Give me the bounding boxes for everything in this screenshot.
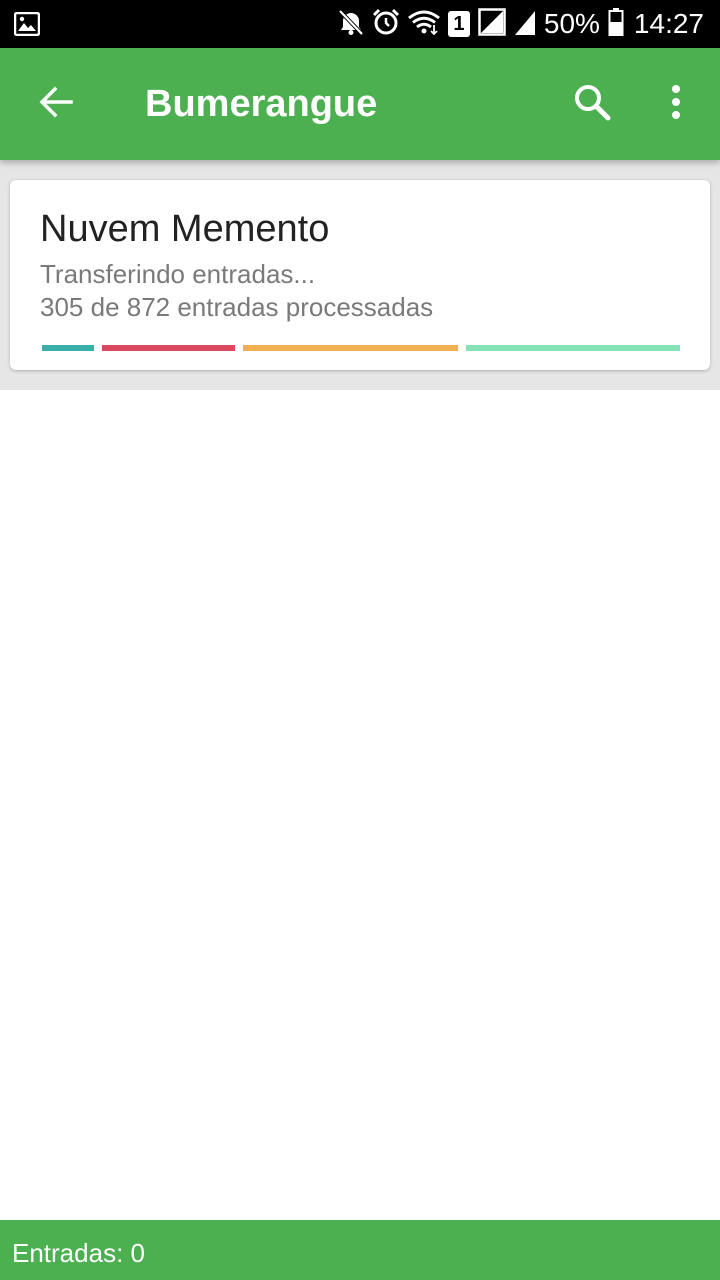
- mute-icon: [338, 8, 364, 41]
- progress-segment-4: [466, 345, 680, 351]
- back-arrow-icon: [38, 84, 74, 125]
- progress-text: 305 de 872 entradas processadas: [40, 292, 434, 322]
- clock: 14:27: [633, 8, 704, 39]
- progress-segment-3: [243, 345, 458, 351]
- more-vert-icon: [671, 84, 681, 125]
- battery-icon: [608, 7, 624, 41]
- progress-segment-2: [102, 345, 235, 351]
- sim-icon: 1: [447, 11, 470, 37]
- overflow-menu-button[interactable]: [644, 72, 708, 136]
- screen: 1 50% 14:27 Bumerangue Nuvem Memento Tra…: [0, 0, 720, 1280]
- status-bar: 1 50% 14:27: [0, 0, 720, 48]
- battery-percent: 50%: [543, 8, 600, 39]
- progress-segment-1: [42, 345, 94, 351]
- signal-icon: [478, 7, 506, 41]
- search-button[interactable]: [560, 72, 624, 136]
- app-bar: Bumerangue: [0, 48, 720, 160]
- content-area: Nuvem Memento Transferindo entradas... 3…: [0, 160, 720, 390]
- entries-count: Entradas: 0: [12, 1238, 145, 1268]
- progress-segments: [42, 345, 680, 351]
- card-title: Nuvem Memento: [40, 208, 330, 250]
- signal-icon-2: [514, 8, 536, 41]
- entries-list-empty: [0, 390, 720, 1220]
- back-button[interactable]: [24, 72, 88, 136]
- gallery-icon: [13, 11, 41, 41]
- footer-bar: Entradas: 0: [0, 1220, 720, 1280]
- transfer-status: Transferindo entradas...: [40, 259, 316, 289]
- sim-slot-label: 1: [453, 13, 465, 35]
- wifi-icon: [407, 9, 440, 40]
- page-title: Bumerangue: [145, 83, 378, 125]
- search-icon: [573, 83, 611, 126]
- sync-card[interactable]: Nuvem Memento Transferindo entradas... 3…: [10, 180, 710, 370]
- status-icons: 1 50% 14:27: [330, 0, 704, 48]
- alarm-icon: [372, 8, 400, 41]
